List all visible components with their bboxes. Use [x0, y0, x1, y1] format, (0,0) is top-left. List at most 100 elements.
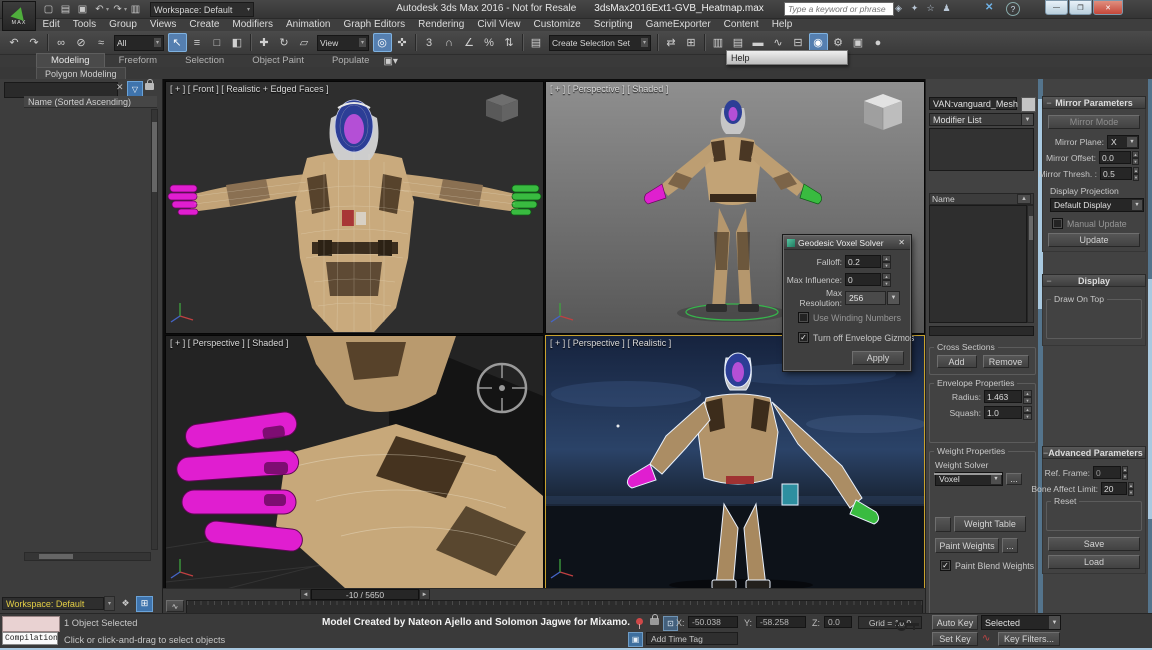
bone-name-field[interactable]: [929, 326, 1034, 336]
menu-create[interactable]: Create: [183, 19, 226, 30]
explorer-column-header[interactable]: Name (Sorted Ascending): [24, 96, 157, 108]
checkbox-turn-off-envelope-gizmos[interactable]: ✓ Turn off Envelope Gizmos: [798, 332, 910, 343]
ref-frame-spinner[interactable]: ▲▼: [1122, 466, 1128, 479]
viewport-front[interactable]: [ + ] [ Front ] [ Realistic + Edged Face…: [165, 81, 544, 334]
object-color-swatch[interactable]: [1021, 97, 1036, 112]
ribbon-tab-selection[interactable]: Selection: [171, 54, 238, 67]
z-coordinate-field[interactable]: 0.0: [824, 616, 852, 628]
weight-table-button[interactable]: Weight Table: [954, 516, 1026, 532]
favorites-icon[interactable]: ☆: [924, 2, 937, 15]
viewport-perspective-bottom-left[interactable]: [ + ] [ Perspective ] [ Shaded ]: [165, 335, 544, 590]
bind-to-space-warp-icon[interactable]: ≈: [92, 33, 111, 52]
add-cross-section-button[interactable]: Add: [937, 355, 977, 368]
modifier-list-dropdown[interactable]: Modifier List ▼: [929, 113, 1034, 126]
redo-icon[interactable]: ↷: [25, 33, 44, 52]
squash-field[interactable]: 1.0: [984, 406, 1022, 419]
select-and-move-icon[interactable]: ✚: [255, 33, 274, 52]
explorer-filter-icon[interactable]: ▽: [127, 81, 143, 97]
undo-small-icon[interactable]: ↶: [92, 2, 107, 16]
keyboard-override-icon[interactable]: 3: [420, 33, 439, 52]
save-button[interactable]: Save: [1048, 537, 1140, 551]
mirror-thresh-field[interactable]: 0.5: [1100, 167, 1132, 180]
selection-lock-icon[interactable]: [650, 618, 659, 625]
display-projection-dropdown[interactable]: Default Display▼: [1050, 198, 1144, 212]
ribbon-tab-freeform[interactable]: Freeform: [105, 54, 172, 67]
menu-animation[interactable]: Animation: [279, 19, 336, 30]
chevron-down-icon[interactable]: ▾: [106, 6, 109, 13]
isolate-selection-toggle-icon[interactable]: ▣: [628, 632, 643, 647]
chevron-down-icon[interactable]: ▼: [887, 291, 900, 305]
exchange-apps-icon[interactable]: ✕: [985, 2, 993, 13]
maxscript-mini-listener[interactable]: Compilation: [2, 632, 58, 645]
menu-customize[interactable]: Customize: [527, 19, 587, 30]
rectangular-selection-region-icon[interactable]: □: [208, 33, 227, 52]
reference-coordinate-dropdown[interactable]: View▾: [317, 35, 369, 51]
bones-scrollbar[interactable]: [1027, 205, 1034, 323]
bone-limit-spinner[interactable]: ▲▼: [1128, 482, 1134, 495]
viewport-perspective-br-label[interactable]: [ + ] [ Perspective ] [ Realistic ]: [550, 338, 671, 348]
edit-named-selection-sets-icon[interactable]: ▤: [527, 33, 546, 52]
close-icon[interactable]: ✕: [896, 238, 907, 247]
minimize-button[interactable]: —: [1045, 0, 1068, 15]
key-selection-dropdown[interactable]: Selected ▼: [981, 615, 1061, 630]
tree-vertical-scrollbar[interactable]: [151, 109, 158, 550]
viewport-front-label[interactable]: [ + ] [ Front ] [ Realistic + Edged Face…: [170, 84, 329, 94]
select-by-name-icon[interactable]: ≡: [188, 33, 207, 52]
radius-field[interactable]: 1.463: [984, 390, 1022, 403]
tree-horizontal-scrollbar[interactable]: [24, 552, 151, 561]
new-scene-icon[interactable]: ▢: [41, 2, 56, 16]
menu-modifiers[interactable]: Modifiers: [226, 19, 280, 30]
menu-scripting[interactable]: Scripting: [587, 19, 639, 30]
menu-graph-editors[interactable]: Graph Editors: [337, 19, 412, 30]
align-icon[interactable]: ⊞: [682, 33, 701, 52]
display-header[interactable]: −Display: [1042, 274, 1146, 287]
unlink-selection-icon[interactable]: ⊘: [72, 33, 91, 52]
max-resolution-dropdown[interactable]: 256: [845, 291, 886, 305]
select-and-scale-icon[interactable]: ▱: [295, 33, 314, 52]
squash-spinner[interactable]: ▲▼: [1023, 406, 1032, 419]
dialog-title-bar[interactable]: Geodesic Voxel Solver ✕: [784, 236, 910, 250]
apply-button[interactable]: Apply: [852, 351, 904, 365]
auto-key-button[interactable]: Auto Key: [932, 615, 978, 630]
undo-icon[interactable]: ↶: [5, 33, 24, 52]
mirror-parameters-header[interactable]: −Mirror Parameters: [1042, 96, 1146, 109]
open-file-icon[interactable]: ▤: [58, 2, 73, 16]
sign-in-icon[interactable]: ♟: [940, 2, 953, 15]
max-influence-spinner[interactable]: ▲▼: [882, 273, 891, 286]
set-key-curve-icon[interactable]: ∿: [982, 633, 990, 644]
weight-tool-icon[interactable]: [935, 517, 951, 532]
checkbox-manual-update[interactable]: Manual Update: [1052, 218, 1142, 229]
key-filters-button[interactable]: Key Filters...: [998, 632, 1060, 646]
maxscript-mini-recorder[interactable]: [2, 616, 60, 632]
menu-gameexporter[interactable]: GameExporter: [639, 19, 717, 30]
named-selection-sets-dropdown[interactable]: Create Selection Set▾: [549, 35, 651, 51]
use-pivot-point-icon[interactable]: ◎: [373, 33, 392, 52]
redo-small-icon[interactable]: ↷: [110, 2, 125, 16]
layer-explorer-toggle-icon[interactable]: ⊞: [136, 596, 153, 612]
checkbox-use-winding-numbers[interactable]: Use Winding Numbers: [798, 312, 910, 323]
menu-civil-view[interactable]: Civil View: [471, 19, 527, 30]
maximize-button[interactable]: ❐: [1069, 0, 1092, 15]
x-coordinate-field[interactable]: -50.038: [688, 616, 738, 628]
polygon-modeling-panel-tab[interactable]: Polygon Modeling: [36, 67, 126, 79]
rendered-frame-window-icon[interactable]: ▣: [849, 33, 868, 52]
select-object-icon[interactable]: ↖: [168, 33, 187, 52]
select-and-link-icon[interactable]: ∞: [52, 33, 71, 52]
max-logo-button[interactable]: MAX: [2, 1, 36, 31]
next-range-icon[interactable]: ►: [419, 589, 430, 600]
set-key-button[interactable]: Set Key: [932, 632, 978, 646]
sort-ascending-icon[interactable]: ▲: [1017, 194, 1031, 204]
mirror-thresh-spinner[interactable]: ▲▼: [1133, 167, 1139, 180]
chevron-down-icon[interactable]: ▾: [124, 6, 127, 13]
radius-spinner[interactable]: ▲▼: [1023, 390, 1032, 403]
search-input[interactable]: [784, 2, 894, 16]
mini-curve-editor-icon[interactable]: ∿: [166, 600, 184, 612]
falloff-field[interactable]: 0.2: [845, 255, 881, 268]
viewport-perspective-bl-label[interactable]: [ + ] [ Perspective ] [ Shaded ]: [170, 338, 288, 348]
load-button[interactable]: Load: [1048, 555, 1140, 569]
select-and-rotate-icon[interactable]: ↻: [275, 33, 294, 52]
percent-snap-icon[interactable]: %: [480, 33, 499, 52]
select-and-manipulate-icon[interactable]: ✜: [393, 33, 412, 52]
paint-weights-button[interactable]: Paint Weights: [935, 538, 999, 553]
search-history-icon[interactable]: ◈: [892, 2, 905, 15]
